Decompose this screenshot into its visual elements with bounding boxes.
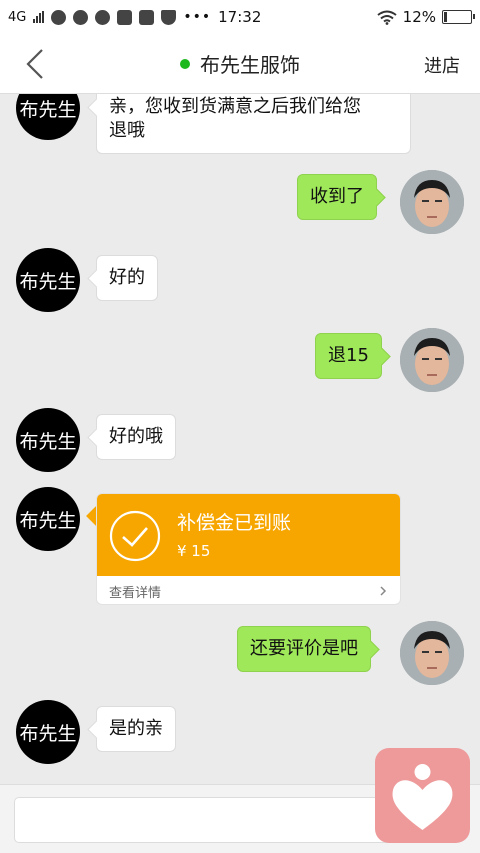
card-header: 补偿金已到账 ¥ 15: [97, 494, 400, 576]
user-photo-icon: [400, 621, 464, 685]
check-circle-icon: [109, 510, 161, 562]
browser-icon: [73, 9, 89, 25]
signal-icon: [33, 11, 45, 23]
my-avatar[interactable]: [400, 328, 464, 392]
status-bar: 4G ••• 17:32 12%: [0, 0, 480, 34]
more-dots-icon: •••: [183, 9, 212, 25]
message-bubble-shop: 亲，您收到货满意之后我们给您 退哦: [96, 94, 411, 154]
shop-avatar[interactable]: 布先生: [16, 94, 80, 140]
chevron-right-icon: [380, 586, 387, 596]
user-photo-icon: [400, 328, 464, 392]
shop-avatar[interactable]: 布先生: [16, 248, 80, 312]
title-group: 布先生服饰: [180, 49, 300, 78]
chat-icon: [95, 9, 111, 25]
heart-person-icon: [392, 764, 453, 830]
battery-level: [444, 12, 447, 22]
card-footer[interactable]: 查看详情: [97, 576, 400, 604]
message-list[interactable]: 布先生 亲，您收到货满意之后我们给您 退哦 收到了 布先生 好的 退15 布先生…: [0, 94, 480, 784]
message-bubble-me: 收到了: [297, 174, 377, 220]
message-text: 好的: [109, 267, 145, 288]
card-amount: ¥ 15: [177, 542, 211, 560]
mail-icon: [139, 9, 155, 25]
message-bubble-me: 退15: [315, 333, 382, 379]
view-details-link[interactable]: 查看详情: [109, 582, 161, 601]
message-bubble-shop: 好的: [96, 255, 158, 301]
message-text: 还要评价是吧: [250, 638, 358, 659]
card-title: 补偿金已到账: [177, 512, 292, 534]
online-status-dot: [180, 58, 190, 69]
compensation-card[interactable]: 补偿金已到账 ¥ 15 查看详情: [96, 493, 401, 605]
user-photo-icon: [400, 170, 464, 234]
shop-avatar[interactable]: 布先生: [16, 408, 80, 472]
status-right: 12%: [377, 8, 475, 26]
message-text: 退15: [328, 345, 369, 366]
qq-icon: [51, 9, 67, 25]
message-text: 收到了: [310, 186, 364, 207]
clock: 17:32: [218, 8, 262, 26]
wifi-icon: [377, 10, 397, 25]
my-avatar[interactable]: [400, 621, 464, 685]
message-text: 亲，您收到货满意之后我们给您: [109, 96, 361, 117]
message-text: 是的亲: [109, 718, 163, 739]
battery-percent: 12%: [402, 8, 436, 26]
battery-icon: [442, 10, 475, 24]
message-bubble-me: 还要评价是吧: [237, 626, 371, 672]
floating-service-button[interactable]: [375, 748, 470, 843]
message-text: 好的哦: [109, 426, 163, 447]
message-bubble-shop: 是的亲: [96, 706, 176, 752]
chat-header: 布先生服饰 进店: [0, 34, 480, 94]
shop-avatar[interactable]: 布先生: [16, 700, 80, 764]
shop-title: 布先生服饰: [200, 53, 300, 77]
back-arrow-icon[interactable]: [22, 48, 50, 80]
app-s-icon: [117, 9, 133, 25]
shop-avatar[interactable]: 布先生: [16, 487, 80, 551]
enter-shop-button[interactable]: 进店: [424, 52, 460, 78]
my-avatar[interactable]: [400, 170, 464, 234]
status-left: 4G ••• 17:32: [8, 8, 261, 26]
shield-icon: [161, 9, 177, 25]
message-text: 退哦: [109, 120, 145, 141]
network-type: 4G: [8, 9, 27, 25]
message-bubble-shop: 好的哦: [96, 414, 176, 460]
